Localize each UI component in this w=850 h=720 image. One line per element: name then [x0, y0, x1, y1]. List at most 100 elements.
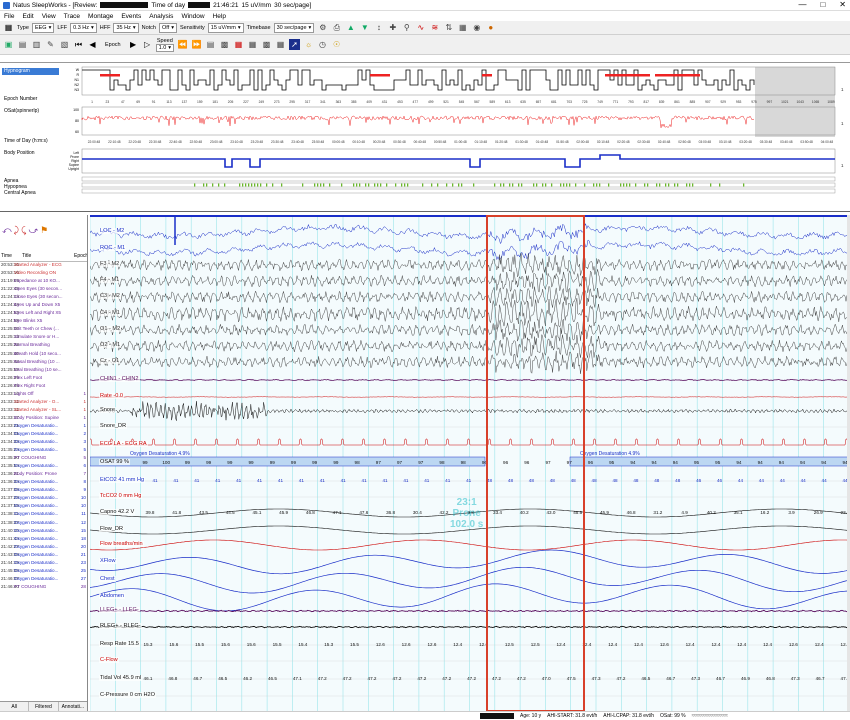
event-row[interactable]: 21:33:10 Lights Off 1	[0, 391, 87, 399]
event-row[interactable]: 21:24:58 Eye Blinks X5	[0, 318, 87, 326]
down-icon[interactable]: ▼	[359, 22, 370, 33]
channel-label[interactable]: CHIN1 - CHIN2	[99, 376, 140, 382]
event-row[interactable]: 21:34:01 Oxygen Desaturatio... 2	[0, 431, 87, 439]
event-row[interactable]: 21:37:08 Oxygen Desaturatio... 9	[0, 487, 87, 495]
channel-label[interactable]: Abdomen	[99, 593, 125, 599]
hff-select[interactable]: 35 Hz ▾	[113, 22, 139, 33]
channel-label[interactable]: LOC - M2	[99, 228, 126, 234]
menu-file[interactable]: File	[4, 13, 14, 20]
event-row[interactable]: 21:25:48 Nasal Breathing (10 ...	[0, 359, 87, 367]
color-icon[interactable]: ●	[485, 22, 496, 33]
event-row[interactable]: 21:43:08 Oxygen Desaturatio... 21	[0, 552, 87, 560]
speed-select[interactable]: 1.0 ▾	[155, 43, 175, 52]
minimize-icon[interactable]: —	[798, 0, 806, 9]
channel-label[interactable]: Flow breaths/min	[99, 541, 144, 547]
channel-label[interactable]: Snore_DR	[99, 423, 128, 429]
event-row[interactable]: 21:25:06 Grit Teeth or Chew (...	[0, 326, 87, 334]
event-row[interactable]: 21:38:11 Oxygen Desaturatio... 11	[0, 511, 87, 519]
table-icon[interactable]: ▦	[275, 39, 286, 50]
menu-view[interactable]: View	[42, 13, 56, 20]
channel-label[interactable]: C3 - M2	[99, 293, 121, 299]
next-page-icon[interactable]: ▶	[128, 39, 139, 50]
channel-label[interactable]: Rate -0.0	[99, 393, 125, 399]
event-row[interactable]: 21:41:44 Oxygen Desaturatio... 18	[0, 536, 87, 544]
channel-settings-icon[interactable]: ▦	[3, 22, 14, 33]
event-row[interactable]: 21:46:07 Oxygen Desaturatio... 27	[0, 576, 87, 584]
channel-label[interactable]: Capno 42.2 V	[99, 509, 136, 515]
event-row[interactable]: 21:38:37 Oxygen Desaturatio... 12	[0, 520, 87, 528]
channel-label[interactable]: TcCO2 0 mm Hg	[99, 493, 143, 499]
event-row[interactable]: 21:37:28 Oxygen Desaturatio... 10	[0, 495, 87, 503]
menu-help[interactable]: Help	[213, 13, 226, 20]
event-row[interactable]: 21:24:53 Eyes Left and Right X5	[0, 310, 87, 318]
cursor-icon[interactable]: ✚	[387, 22, 398, 33]
channel-label[interactable]: XFlow	[99, 558, 117, 564]
event-row[interactable]: 21:46:40 PT COUGHING 28	[0, 584, 87, 592]
event-row[interactable]: 21:19:08 Impedance at 10 KO...	[0, 278, 87, 286]
notch-select[interactable]: Off ▾	[159, 22, 178, 33]
channel-label[interactable]: OSAT 99 %	[99, 459, 131, 465]
channel-label[interactable]: Chest	[99, 576, 116, 582]
first-page-icon[interactable]: ⏮	[73, 39, 84, 50]
open-icon[interactable]: ▥	[31, 39, 42, 50]
event-row[interactable]: 21:33:21 Oxygen Desaturatio... 1	[0, 423, 87, 431]
event-row[interactable]: 21:36:21 Body Position: Prone 7	[0, 471, 87, 479]
event-row[interactable]: 20:53:10 Started Analyzer - ECG	[0, 262, 87, 270]
sensitivity-select[interactable]: 15 uV/mm ▾	[207, 22, 244, 33]
col-time[interactable]: Time	[0, 253, 14, 261]
event-row[interactable]: 21:25:59 Oral Breathing (10 se...	[0, 367, 87, 375]
zoom-icon[interactable]: ⚲	[401, 22, 412, 33]
flag-icon[interactable]: ⚑	[40, 225, 48, 236]
pulse-icon[interactable]: ≋	[429, 22, 440, 33]
event-row[interactable]: 21:35:30 PT COUGHING 5	[0, 455, 87, 463]
event-row[interactable]: 21:40:10 Oxygen Desaturatio... 15	[0, 528, 87, 536]
event-row[interactable]: 21:35:54 Oxygen Desaturatio... 6	[0, 463, 87, 471]
channel-label[interactable]: C-Pressure 0 cm H2O	[99, 692, 157, 698]
maximize-icon[interactable]: □	[820, 0, 825, 9]
channel-label[interactable]: C4 - M1	[99, 310, 121, 316]
channel-label[interactable]: ECG LA - ECG RA	[99, 441, 148, 447]
event-row[interactable]: 21:35:24 Oxygen Desaturatio... 5	[0, 447, 87, 455]
lights-icon[interactable]: ☼	[303, 39, 314, 50]
event-row[interactable]: 21:33:17 Body Position: Supine 1	[0, 415, 87, 423]
channel-label[interactable]: F3 - M2	[99, 261, 121, 267]
event-row[interactable]: 21:36:34 Oxygen Desaturatio... 8	[0, 479, 87, 487]
channel-label[interactable]: EtCO2 41 mm Hg	[99, 477, 146, 483]
lff-select[interactable]: 0.3 Hz ▾	[70, 22, 97, 33]
event-row[interactable]: 21:44:19 Oxygen Desaturatio... 23	[0, 560, 87, 568]
pointer-icon[interactable]: ➚	[289, 39, 301, 50]
sort-icon[interactable]: ⇅	[443, 22, 454, 33]
event-row[interactable]: 21:34:33 Oxygen Desaturatio... 3	[0, 439, 87, 447]
waveform-icon[interactable]: ∿	[415, 22, 426, 33]
staging-grid-icon[interactable]: ▦	[247, 39, 258, 50]
new-icon[interactable]: ▣	[3, 39, 14, 50]
edit-icon[interactable]: ✎	[45, 39, 56, 50]
channel-label[interactable]: O1 - M2	[99, 326, 122, 332]
channel-label[interactable]: ROC - M1	[99, 245, 127, 251]
menu-trace[interactable]: Trace	[64, 13, 80, 20]
col-epoch[interactable]: Epoch	[74, 253, 87, 261]
channel-label[interactable]: RLEG+ - RLEG-	[99, 623, 142, 629]
event-row[interactable]: 21:26:48 Flex Right Foot	[0, 383, 87, 391]
event-row[interactable]: 21:26:39 Flex Left Foot	[0, 375, 87, 383]
settings-icon[interactable]: ⚙	[317, 22, 328, 33]
event-row[interactable]: 21:25:29 Normal Breathing	[0, 342, 87, 350]
event-row[interactable]: 21:37:55 Oxygen Desaturatio... 10	[0, 503, 87, 511]
channel-label[interactable]: LLEG+ - LLEG-	[99, 607, 140, 613]
channel-label[interactable]: Snore	[99, 407, 116, 413]
hypnogram-icon[interactable]: ▤	[205, 39, 216, 50]
menu-analysis[interactable]: Analysis	[149, 13, 173, 20]
channel-label[interactable]: Resp Rate 15.5	[99, 641, 140, 647]
event-row[interactable]: 21:25:13 Simulate Snore or H...	[0, 334, 87, 342]
clock-icon[interactable]: ◷	[317, 39, 328, 50]
event-row[interactable]: 21:42:27 Oxygen Desaturatio... 20	[0, 544, 87, 552]
prev-page-icon[interactable]: ◀	[87, 39, 98, 50]
spectrum-icon[interactable]: ▩	[219, 39, 230, 50]
event-row[interactable]: 20:53:10 Video Recording ON	[0, 270, 87, 278]
channel-label[interactable]: F4 - M1	[99, 277, 121, 283]
nav-next-icon[interactable]: ⤹	[21, 225, 26, 236]
channel-label[interactable]: O2 - M1	[99, 342, 122, 348]
event-row[interactable]: 21:33:12 Started Analyzer - O... 1	[0, 399, 87, 407]
channel-label[interactable]: C-Flow	[99, 657, 119, 663]
up-icon[interactable]: ▲	[345, 22, 356, 33]
